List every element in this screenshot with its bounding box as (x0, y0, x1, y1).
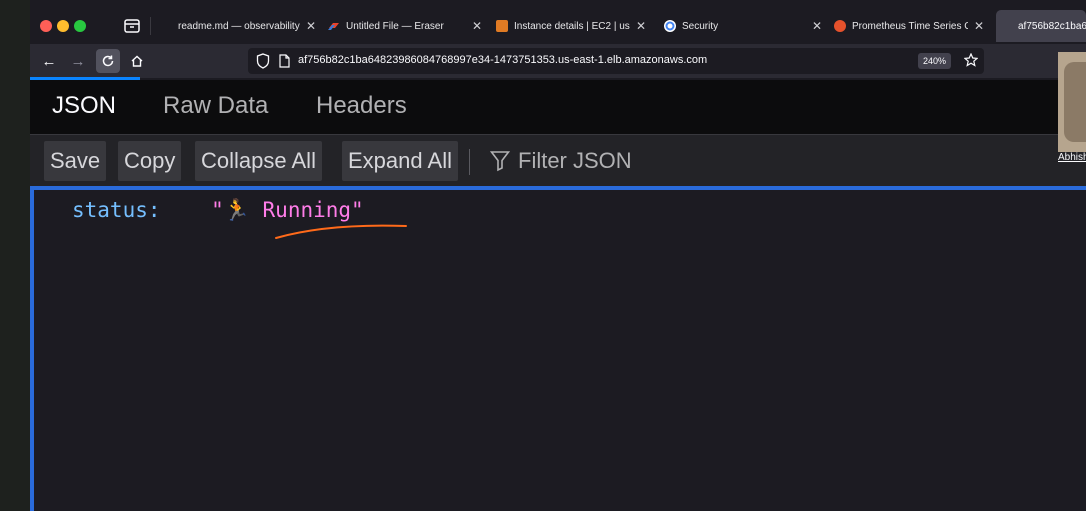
tab-list-icon[interactable] (122, 16, 142, 36)
expand-all-button[interactable]: Expand All (342, 141, 458, 181)
webcam-video (1058, 52, 1086, 152)
collapse-all-button[interactable]: Collapse All (195, 141, 322, 181)
page-info-icon[interactable] (278, 54, 290, 73)
close-icon[interactable]: ✕ (634, 19, 648, 33)
filter-placeholder: Filter JSON (518, 148, 632, 173)
back-icon[interactable]: ← (37, 49, 61, 73)
webcam-person (1064, 62, 1086, 142)
tab-raw-data[interactable]: Raw Data (163, 92, 268, 120)
aws-icon (496, 20, 508, 32)
filter-icon (490, 151, 510, 172)
tab-readme[interactable]: readme.md — observability ✕ (178, 10, 318, 42)
tab-json[interactable]: JSON (52, 92, 116, 120)
zoom-window-button[interactable] (74, 20, 86, 32)
webcam-name-label: Abhishek (1058, 152, 1086, 163)
close-icon[interactable]: ✕ (810, 19, 824, 33)
close-icon[interactable]: ✕ (304, 19, 318, 33)
shield-icon[interactable] (256, 53, 270, 74)
tab-title: Prometheus Time Series Co (852, 20, 968, 32)
url-bar[interactable]: af756b82c1ba64823986084768997e34-1473751… (248, 48, 984, 74)
close-window-button[interactable] (40, 20, 52, 32)
tab-active-json[interactable]: af756b82c1ba6 (996, 10, 1086, 42)
tab-title: Security (682, 20, 719, 32)
viewer-toolbar: Save Copy Collapse All Expand All Filter… (30, 134, 1086, 187)
prometheus-icon (834, 20, 846, 32)
viewer-tab-bar: JSON Raw Data Headers (30, 80, 1060, 134)
tab-headers[interactable]: Headers (316, 92, 407, 120)
home-icon[interactable] (125, 49, 149, 73)
filter-json-input[interactable]: Filter JSON (490, 141, 632, 181)
close-icon[interactable]: ✕ (470, 19, 484, 33)
tab-prometheus[interactable]: Prometheus Time Series Co ✕ (834, 10, 986, 42)
url-text[interactable]: af756b82c1ba64823986084768997e34-1473751… (298, 54, 707, 66)
tab-eraser[interactable]: Untitled File — Eraser ✕ (328, 10, 484, 42)
json-key: status: (72, 198, 161, 222)
toolbar-divider (469, 149, 470, 175)
tab-title: Instance details | EC2 | us-e (514, 20, 630, 32)
eraser-icon (328, 20, 340, 32)
tab-ec2[interactable]: Instance details | EC2 | us-e ✕ (496, 10, 648, 42)
tab-security[interactable]: Security ✕ (664, 10, 824, 42)
copy-button[interactable]: Copy (118, 141, 182, 181)
minimize-window-button[interactable] (57, 20, 69, 32)
tab-bar: readme.md — observability ✕ Untitled Fil… (30, 0, 1086, 44)
zoom-level-badge[interactable]: 240% (918, 53, 952, 69)
save-button[interactable]: Save (44, 141, 107, 181)
pen-annotation-underline (275, 224, 407, 239)
close-icon[interactable]: ✕ (972, 19, 986, 33)
google-icon (664, 20, 676, 32)
tab-title: af756b82c1ba6 (1018, 20, 1086, 32)
desktop-edge (0, 0, 30, 511)
navigation-bar: ← → af756b82c1ba64823986084768997e34-147… (30, 44, 1086, 78)
tab-title: Untitled File — Eraser (346, 20, 444, 32)
browser-window: readme.md — observability ✕ Untitled Fil… (30, 0, 1086, 511)
bookmark-star-icon[interactable] (963, 52, 979, 72)
json-panel: status: "🏃‍ Running" (30, 186, 1086, 511)
tab-separator (150, 17, 151, 35)
forward-icon[interactable]: → (66, 49, 90, 73)
tab-title: readme.md — observability (178, 20, 300, 32)
reload-icon[interactable] (96, 49, 120, 73)
